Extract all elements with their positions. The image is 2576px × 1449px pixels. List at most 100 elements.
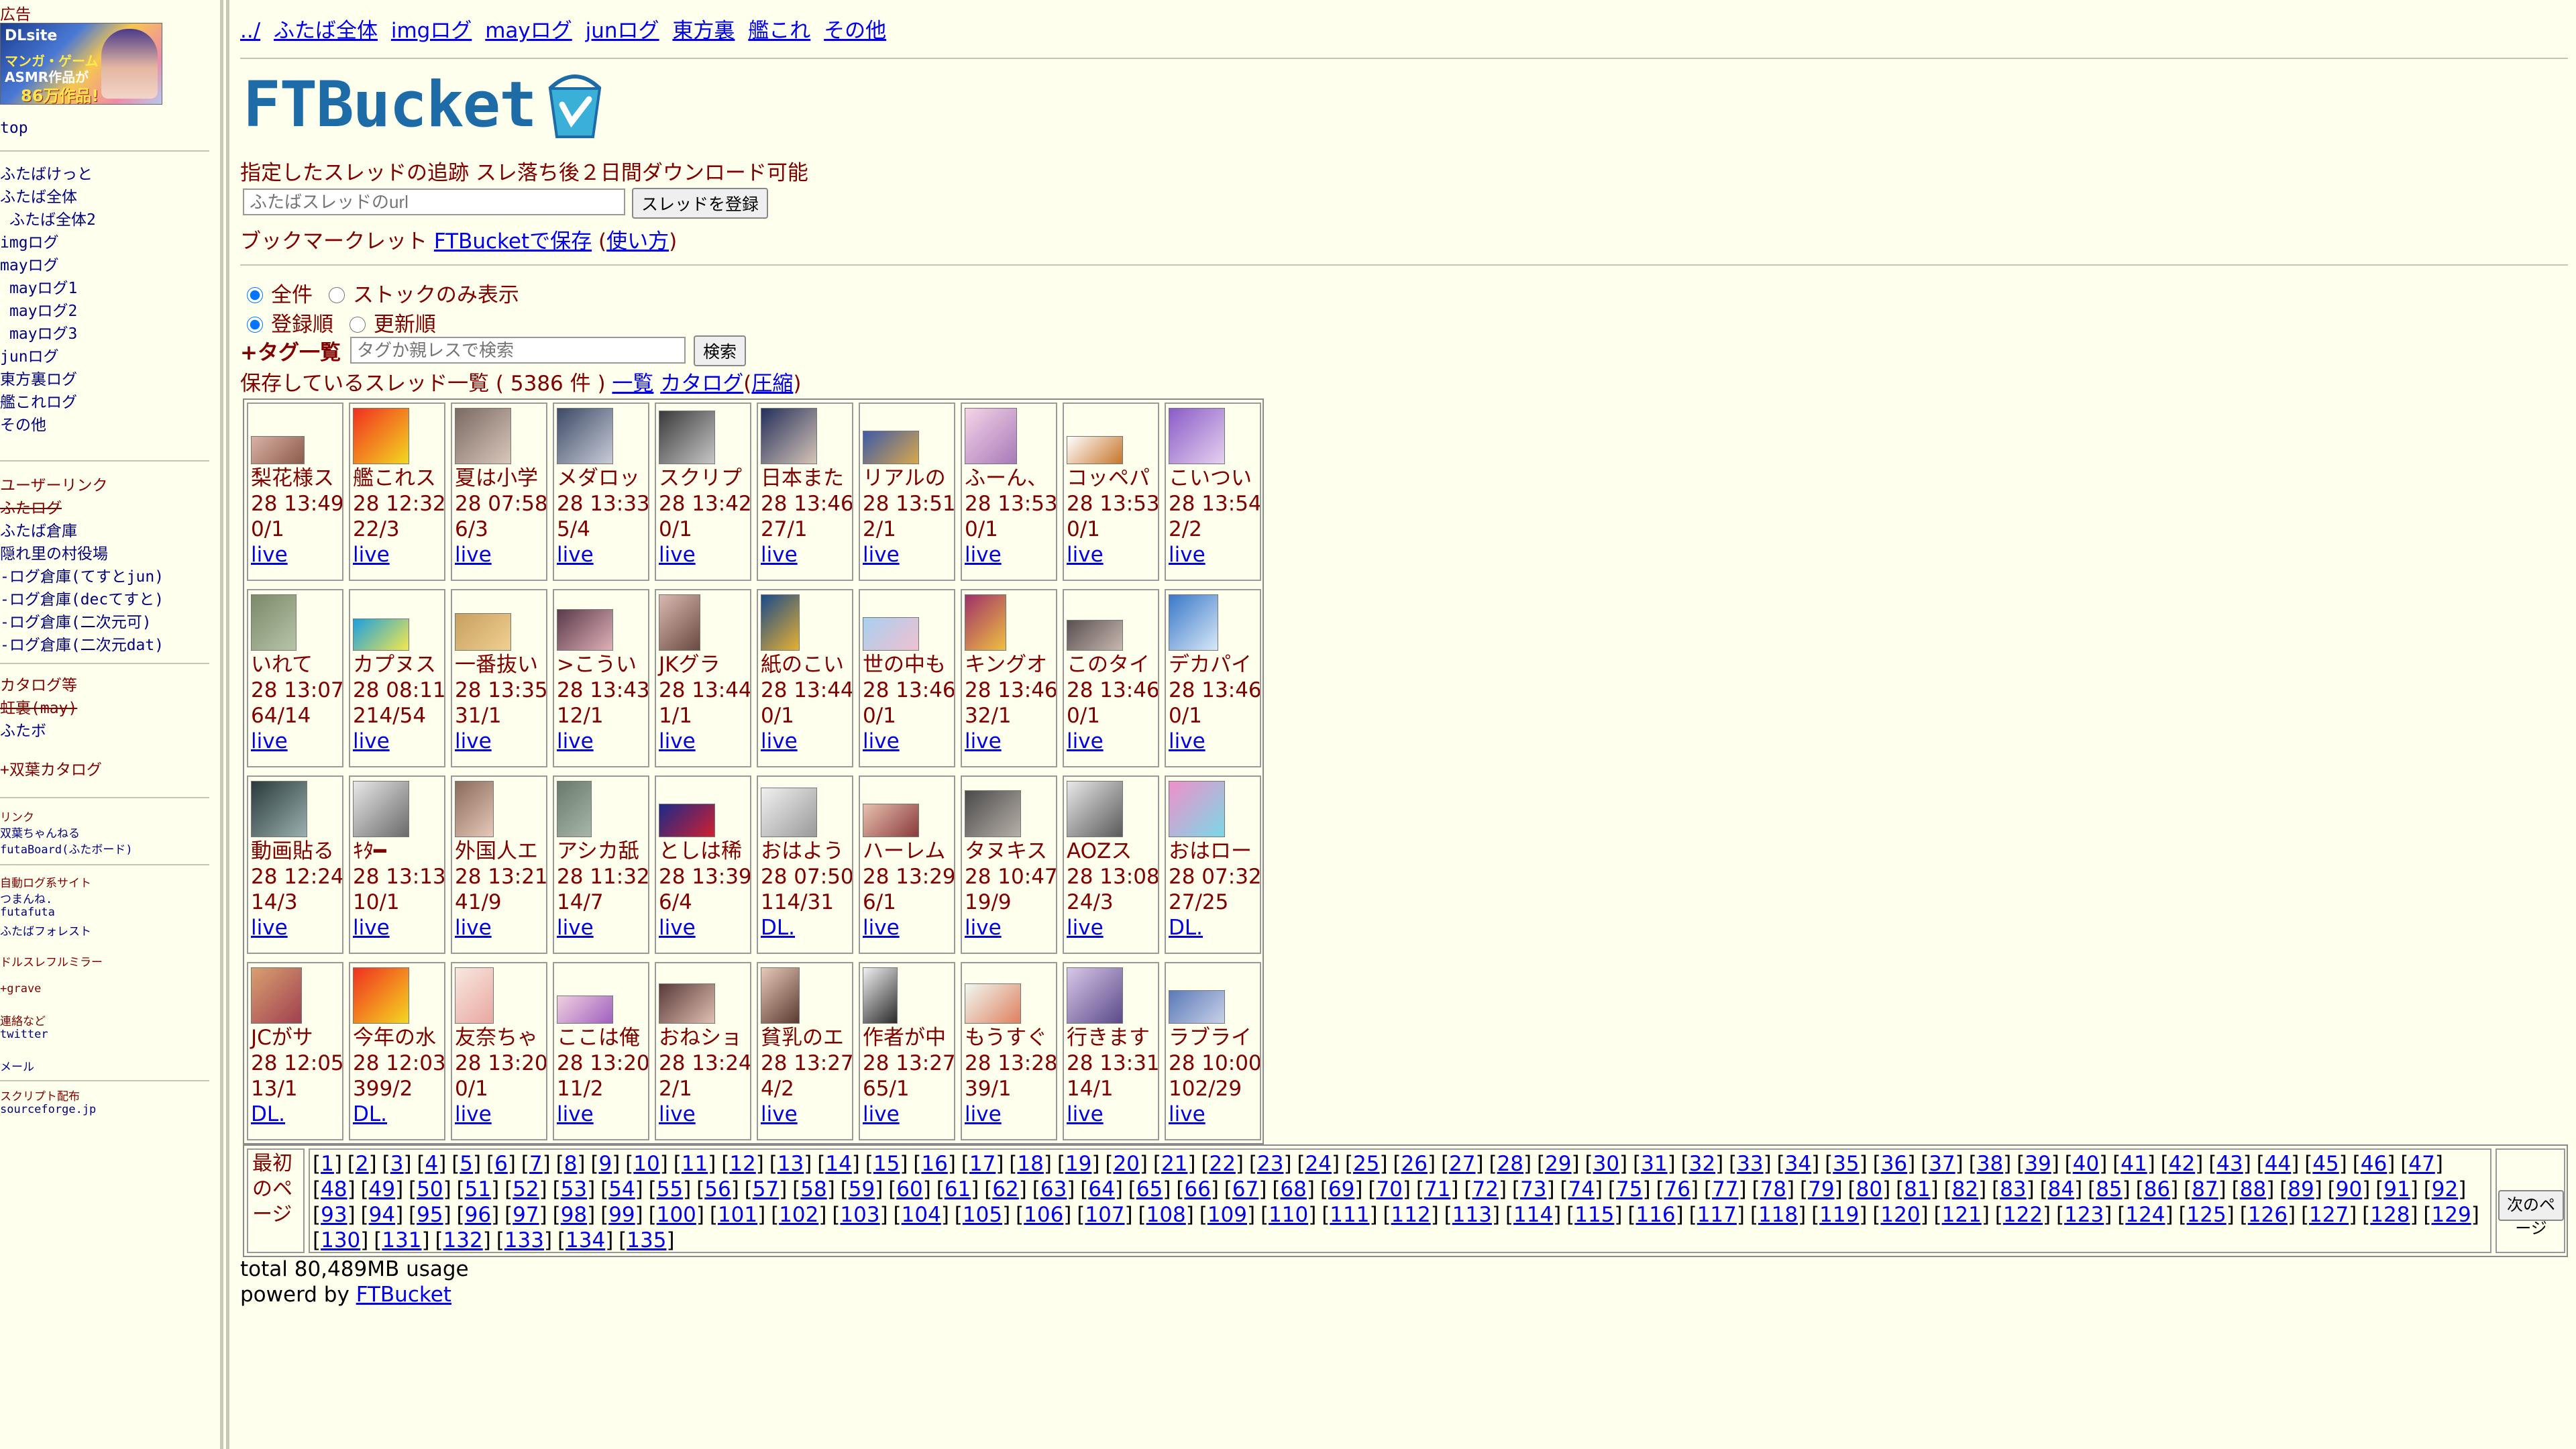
ftbucket-logo[interactable]: FTBucket [243, 68, 619, 142]
ad-banner[interactable]: DLsite マンガ・ゲーム ASMR作品が 86万作品! [0, 23, 162, 105]
page-link[interactable]: 76 [1664, 1177, 1690, 1201]
thread-live-link[interactable]: live [251, 542, 288, 568]
page-link[interactable]: 127 [2309, 1203, 2349, 1227]
page-link[interactable]: 12 [729, 1152, 755, 1176]
nav-link-kancolle[interactable]: 艦これ [748, 19, 810, 43]
list-view-link[interactable]: 一覧 [612, 372, 653, 396]
page-link[interactable]: 81 [1904, 1177, 1930, 1201]
page-link[interactable]: 42 [2169, 1152, 2195, 1176]
page-link[interactable]: 39 [2025, 1152, 2051, 1176]
page-link[interactable]: 112 [1391, 1203, 1431, 1227]
page-link[interactable]: 101 [718, 1203, 757, 1227]
thread-thumbnail[interactable] [557, 408, 613, 464]
thread-live-link[interactable]: live [353, 915, 390, 941]
page-link[interactable]: 86 [2144, 1177, 2170, 1201]
page-link[interactable]: 111 [1330, 1203, 1369, 1227]
thread-live-link[interactable]: live [353, 542, 390, 568]
thread-live-link[interactable]: live [1067, 729, 1104, 754]
page-link[interactable]: 78 [1760, 1177, 1786, 1201]
sidebar-link-may-log1[interactable]: mayログ1 [9, 275, 77, 298]
thread-live-link[interactable]: live [557, 729, 594, 754]
thread-thumbnail[interactable] [251, 781, 307, 837]
thread-live-link[interactable]: live [455, 1102, 492, 1127]
page-link[interactable]: 130 [321, 1228, 360, 1252]
thread-thumbnail[interactable] [1067, 620, 1123, 651]
sidebar-link-futaba-channel[interactable]: 双葉ちゃんねる [0, 824, 80, 841]
thread-thumbnail[interactable] [455, 781, 494, 837]
thread-live-link[interactable]: live [1067, 915, 1104, 941]
page-link[interactable]: 62 [992, 1177, 1018, 1201]
thread-live-link[interactable]: live [659, 915, 696, 941]
page-link[interactable]: 121 [1942, 1203, 1982, 1227]
sidebar-link-futalog[interactable]: ふたログ [0, 495, 62, 518]
sidebar-link-jun-log[interactable]: junログ [0, 343, 59, 366]
thread-thumbnail[interactable] [761, 967, 800, 1024]
thread-thumbnail[interactable] [1067, 967, 1123, 1024]
page-link[interactable]: 100 [657, 1203, 696, 1227]
nav-link-img-log[interactable]: imgログ [391, 19, 472, 43]
sidebar-link-other[interactable]: その他 [0, 412, 46, 435]
thread-download-link[interactable]: DL. [761, 915, 795, 941]
thread-live-link[interactable]: live [557, 915, 594, 941]
page-link[interactable]: 28 [1497, 1152, 1523, 1176]
sidebar-link-may-log[interactable]: mayログ [0, 252, 59, 275]
thread-thumbnail[interactable] [659, 804, 715, 837]
page-link[interactable]: 10 [633, 1152, 659, 1176]
page-link[interactable]: 124 [2125, 1203, 2165, 1227]
page-link[interactable]: 135 [627, 1228, 666, 1252]
sidebar-link-may-log2[interactable]: mayログ2 [9, 298, 77, 321]
page-link[interactable]: 31 [1641, 1152, 1667, 1176]
page-link[interactable]: 107 [1085, 1203, 1124, 1227]
page-link[interactable]: 60 [896, 1177, 922, 1201]
page-link[interactable]: 91 [2383, 1177, 2410, 1201]
page-link[interactable]: 54 [608, 1177, 635, 1201]
thread-live-link[interactable]: live [761, 1102, 798, 1127]
page-link[interactable]: 5 [460, 1152, 473, 1176]
page-link[interactable]: 118 [1758, 1203, 1798, 1227]
sidebar-link-mail[interactable]: メール [0, 1057, 34, 1074]
page-link[interactable]: 120 [1880, 1203, 1920, 1227]
thread-thumbnail[interactable] [455, 408, 511, 464]
thread-live-link[interactable]: live [1067, 1102, 1104, 1127]
thread-live-link[interactable]: live [659, 1102, 696, 1127]
page-link[interactable]: 30 [1593, 1152, 1619, 1176]
page-link[interactable]: 57 [753, 1177, 779, 1201]
thread-thumbnail[interactable] [761, 408, 817, 464]
page-link[interactable]: 102 [779, 1203, 818, 1227]
nav-link-other[interactable]: その他 [824, 19, 886, 43]
sidebar-link-futabaket[interactable]: ふたばけっと [0, 161, 93, 184]
thread-live-link[interactable]: live [1169, 729, 1205, 754]
page-link[interactable]: 119 [1819, 1203, 1859, 1227]
thread-download-link[interactable]: DL. [251, 1102, 285, 1127]
page-link[interactable]: 116 [1635, 1203, 1675, 1227]
page-link[interactable]: 48 [321, 1177, 347, 1201]
thread-live-link[interactable]: live [1067, 542, 1104, 568]
sidebar-link-sourceforge[interactable]: sourceforge.jp [0, 1103, 96, 1116]
thread-thumbnail[interactable] [251, 967, 302, 1024]
nav-link-parent[interactable]: ../ [240, 19, 260, 43]
page-link[interactable]: 98 [561, 1203, 587, 1227]
page-link[interactable]: 90 [2336, 1177, 2362, 1201]
thread-thumbnail[interactable] [1067, 436, 1123, 464]
page-link[interactable]: 131 [382, 1228, 421, 1252]
sidebar-link-log-souko-jun[interactable]: -ログ倉庫(てすとjun) [0, 564, 164, 586]
sidebar-link-tsumanne[interactable]: つまんね. [0, 890, 52, 906]
page-link[interactable]: 105 [963, 1203, 1002, 1227]
thread-thumbnail[interactable] [353, 781, 409, 837]
page-link[interactable]: 132 [443, 1228, 483, 1252]
thread-live-link[interactable]: live [965, 915, 1002, 941]
sidebar-link-futaba-all2[interactable]: ふたば全体2 [9, 207, 96, 229]
thread-thumbnail[interactable] [965, 983, 1021, 1024]
page-link[interactable]: 59 [849, 1177, 875, 1201]
thread-thumbnail[interactable] [1169, 408, 1225, 464]
thread-live-link[interactable]: live [251, 915, 288, 941]
thread-thumbnail[interactable] [659, 594, 700, 651]
sidebar-link-mirror[interactable]: ドルスレフルミラー [0, 953, 103, 969]
page-link[interactable]: 27 [1449, 1152, 1475, 1176]
tag-list-toggle[interactable]: +タグ一覧 [240, 341, 341, 365]
sidebar-link-futaba-catalog[interactable]: +双葉カタログ [0, 757, 102, 780]
page-link[interactable]: 41 [2121, 1152, 2147, 1176]
page-link[interactable]: 73 [1520, 1177, 1546, 1201]
page-link[interactable]: 40 [2073, 1152, 2099, 1176]
page-link[interactable]: 72 [1472, 1177, 1498, 1201]
